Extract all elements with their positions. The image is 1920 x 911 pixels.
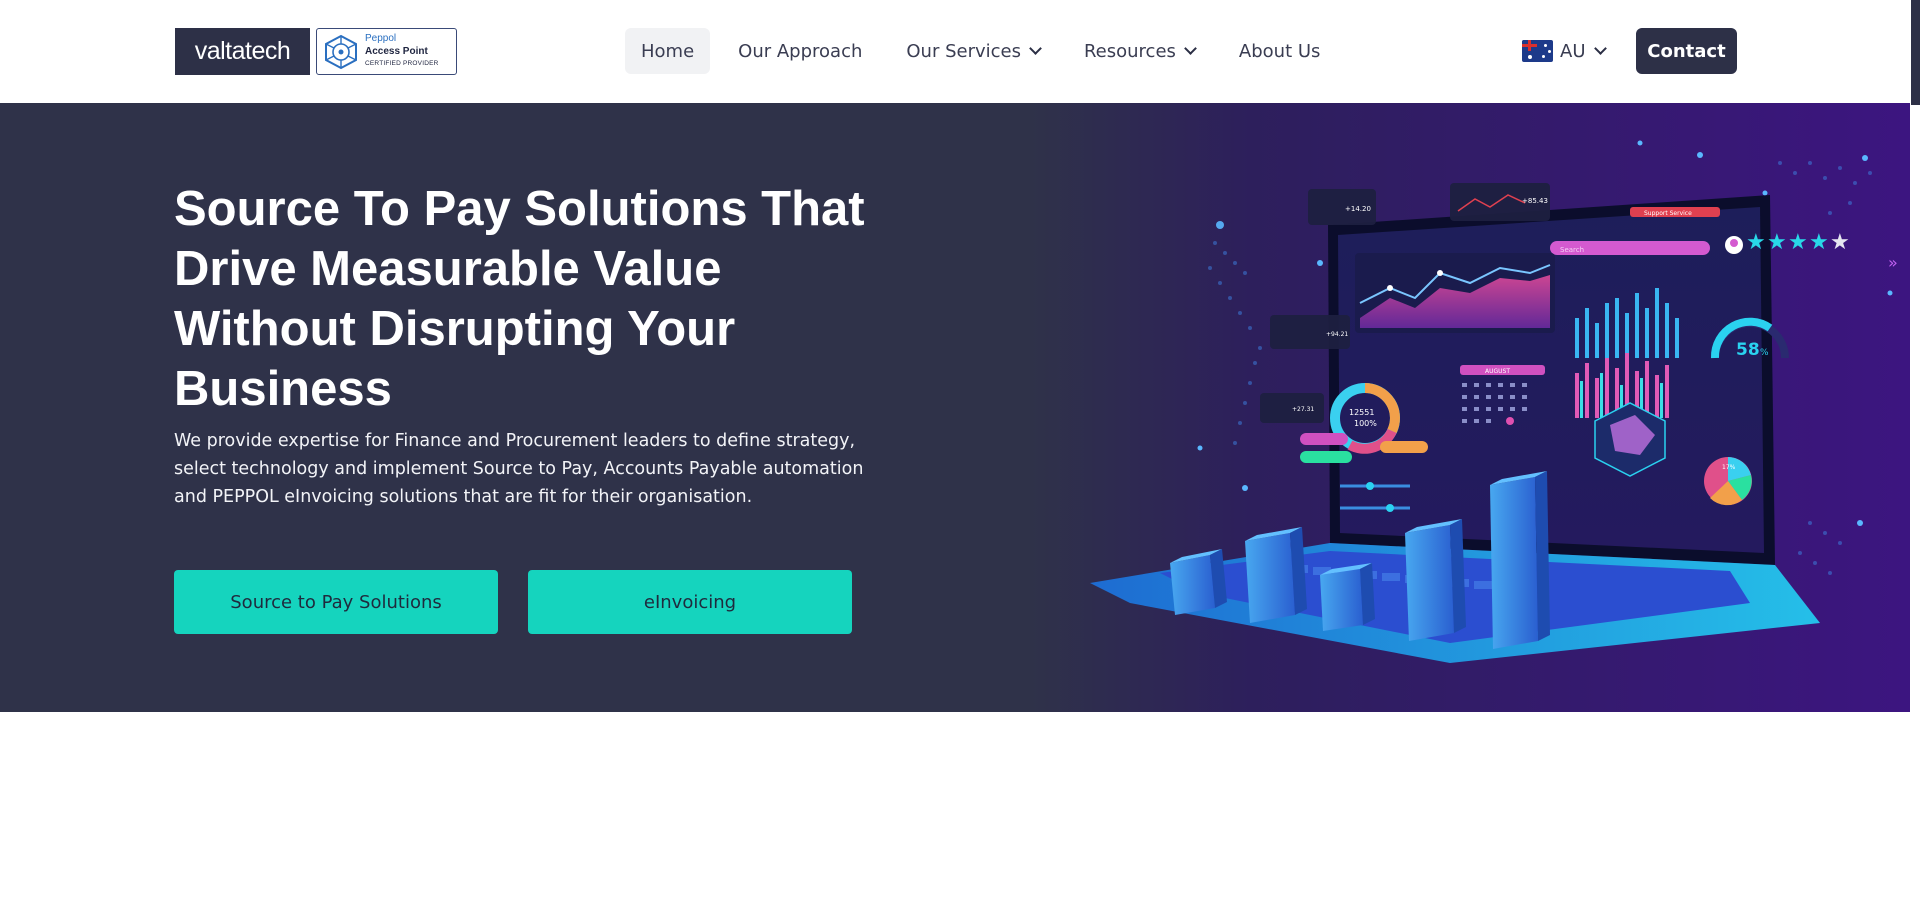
svg-text:★: ★ [1830,230,1850,255]
einvoicing-button[interactable]: eInvoicing [528,570,852,634]
hero-title: Source To Pay Solutions That Drive Measu… [174,182,865,416]
nav-our-approach[interactable]: Our Approach [722,28,878,74]
tag-small2: +27.31 [1292,406,1314,413]
hero-section: Search Support Service ★ ★ ★ ★ ★ 58 % 12… [0,103,1910,712]
logo-text: valtatech [194,37,291,65]
badge-line-certified: CERTIFIED PROVIDER [365,60,439,67]
nav-home[interactable]: Home [625,28,711,74]
donut-pct: 100% [1354,419,1377,428]
source-to-pay-button-label: Source to Pay Solutions [230,591,442,613]
pie-pct: 17% [1722,464,1736,471]
australia-flag-icon [1522,40,1553,62]
tag-right: +85.43 [1522,197,1548,205]
gauge-unit: % [1760,348,1769,358]
tag-left: +14.20 [1345,205,1371,213]
nav-about-us[interactable]: About Us [1223,28,1337,74]
svg-text:★: ★ [1788,230,1808,255]
source-to-pay-button[interactable]: Source to Pay Solutions [174,570,498,634]
site-header: valtatech Peppol Access Point CERTIFIED … [0,0,1910,103]
contact-button-label: Contact [1647,40,1726,62]
analytics-dashboard-illustration: Search Support Service ★ ★ ★ ★ ★ 58 % 12… [1030,103,1910,712]
hero-subtitle: We provide expertise for Finance and Pro… [174,431,864,507]
peppol-network-icon [325,34,357,70]
donut-stat: 12551 [1349,408,1374,417]
nav-about-us-label: About Us [1238,40,1321,62]
nav-our-services[interactable]: Our Services [890,28,1056,74]
einvoicing-button-label: eInvoicing [643,591,737,613]
badge-line-access-point: Access Point [365,46,428,57]
nav-our-approach-label: Our Approach [738,40,863,62]
calendar-month: AUGUST [1485,368,1510,375]
chevron-down-icon [1593,41,1607,55]
valtatech-logo[interactable]: valtatech [175,28,310,75]
nav-resources[interactable]: Resources [1068,28,1211,74]
gauge-value: 58 [1736,340,1760,360]
chevron-down-icon [1029,41,1042,55]
svg-text:★: ★ [1746,230,1766,255]
peppol-badge: Peppol Access Point CERTIFIED PROVIDER [316,28,457,75]
nav-resources-label: Resources [1083,40,1176,62]
svg-text:★: ★ [1809,230,1829,255]
contact-button[interactable]: Contact [1636,28,1737,74]
scrollbar-thumb[interactable] [1911,0,1920,105]
svg-text:»: » [1888,253,1898,272]
search-placeholder: Search [1560,246,1584,254]
main-nav: Home Our Approach Our Services Resources… [625,28,1348,74]
chevron-down-icon [1184,41,1197,55]
svg-text:★: ★ [1767,230,1787,255]
support-label: Support Service [1644,210,1692,217]
nav-our-services-label: Our Services [906,40,1021,62]
locale-label: AU [1560,40,1586,62]
badge-line-peppol: Peppol [365,33,397,44]
tag-small1: +94.21 [1326,331,1348,338]
nav-home-label: Home [641,40,695,62]
locale-selector[interactable]: AU [1522,36,1607,66]
